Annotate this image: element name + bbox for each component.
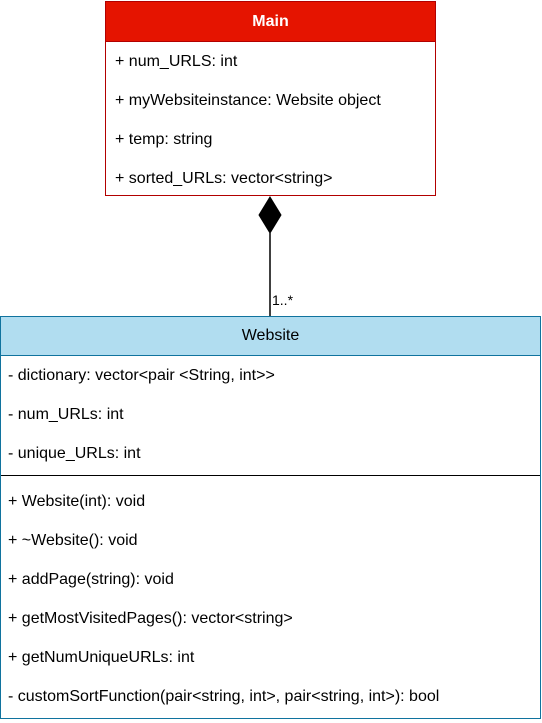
main-attribute: + num_URLS: int: [115, 53, 238, 70]
main-class-box[interactable]: Main + num_URLS: int + myWebsiteinstance…: [105, 1, 436, 196]
website-attribute: - num_URLs: int: [8, 406, 124, 423]
website-method: + getMostVisitedPages(): vector<string>: [8, 610, 293, 627]
main-attributes: + num_URLS: int + myWebsiteinstance: Web…: [106, 42, 435, 198]
website-class-box[interactable]: Website - dictionary: vector<pair <Strin…: [0, 316, 541, 719]
main-attribute: + temp: string: [115, 131, 213, 148]
main-attribute: + sorted_URLs: vector<string>: [115, 170, 333, 187]
website-method: + getNumUniqueURLs: int: [8, 649, 195, 666]
main-attribute: + myWebsiteinstance: Website object: [115, 92, 381, 109]
website-attribute: - dictionary: vector<pair <String, int>>: [8, 367, 275, 384]
website-attribute: - unique_URLs: int: [8, 445, 141, 462]
website-method: + ~Website(): void: [8, 532, 138, 549]
website-method: + addPage(string): void: [8, 571, 174, 588]
website-method: + Website(int): void: [8, 493, 146, 510]
composition-diamond: [258, 196, 282, 234]
main-class-name: Main: [106, 2, 435, 42]
multiplicity-label: 1..*: [272, 292, 294, 308]
website-methods: + Website(int): void + ~Website(): void …: [1, 482, 540, 716]
website-class-name: Website: [1, 317, 540, 356]
section-divider: [1, 475, 540, 476]
website-method: - customSortFunction(pair<string, int>, …: [8, 688, 440, 705]
website-attributes: - dictionary: vector<pair <String, int>>…: [1, 356, 540, 473]
